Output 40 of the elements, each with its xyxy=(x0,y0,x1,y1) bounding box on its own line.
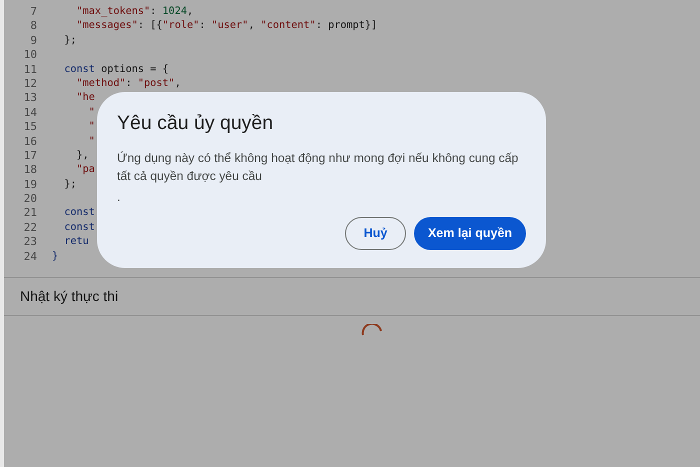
line-number: 16 xyxy=(22,134,37,149)
panel-title: Nhật ký thực thi xyxy=(20,287,118,306)
code-line: const xyxy=(63,220,95,235)
code-line: const options = { xyxy=(63,62,169,77)
code-line: const xyxy=(63,206,95,220)
code-line: "max_tokens": 1024, xyxy=(76,5,194,19)
line-number: 11 xyxy=(22,62,37,77)
code-line: "method": "post", xyxy=(76,76,181,91)
line-number: 23 xyxy=(22,235,37,250)
line-number: 15 xyxy=(22,120,37,135)
code-line: retu xyxy=(63,235,89,250)
line-number: 12 xyxy=(22,76,37,92)
line-number: 18 xyxy=(22,163,37,178)
line-number: 8 xyxy=(29,19,37,34)
line-number: 24 xyxy=(22,250,37,264)
cancel-button[interactable]: Huỷ xyxy=(345,217,406,250)
code-line: " xyxy=(88,134,95,149)
code-line: }; xyxy=(63,178,77,192)
line-number: 19 xyxy=(22,178,37,192)
code-line: "messages": [{"role": "user", "content": prompt}] xyxy=(76,19,378,34)
line-number: 21 xyxy=(22,206,37,221)
code-line: "he xyxy=(76,91,95,106)
code-line: " xyxy=(88,106,95,120)
code-line: }; xyxy=(63,34,77,48)
line-number: 14 xyxy=(22,106,37,120)
code-line: " xyxy=(88,120,95,134)
code-line: }, xyxy=(76,148,89,163)
line-number: 10 xyxy=(22,48,37,63)
dialog-message: Ứng dụng này có thể không hoạt động như mong đợi nếu không cung cấp tất cả quyền được yêu cầu xyxy=(117,150,520,186)
dialog-title: Yêu cầu ủy quyền xyxy=(117,112,274,136)
code-line: } xyxy=(52,250,58,264)
review-permissions-button[interactable]: Xem lại quyền xyxy=(414,217,526,250)
line-number: 17 xyxy=(22,148,37,164)
line-number: 20 xyxy=(22,192,37,206)
line-number: 13 xyxy=(22,91,37,106)
code-line: "pa xyxy=(76,163,95,178)
line-number: 7 xyxy=(29,5,37,20)
line-number: 9 xyxy=(29,34,37,48)
dialog-footnote: . xyxy=(117,190,120,204)
line-number: 22 xyxy=(22,220,37,236)
